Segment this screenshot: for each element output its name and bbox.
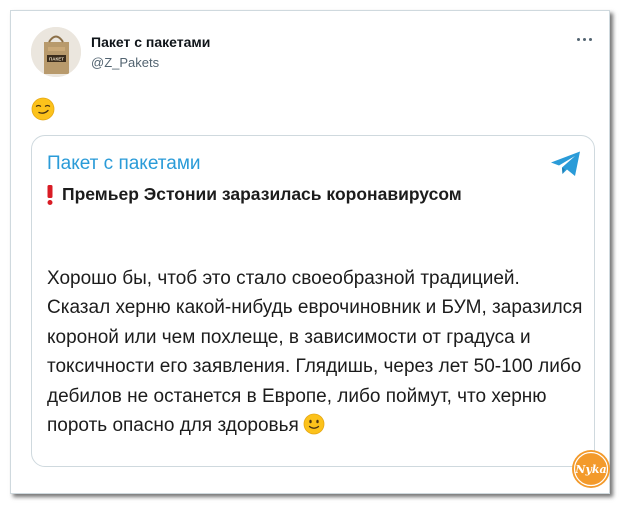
more-dots-icon[interactable] [575,35,593,43]
telegram-icon[interactable] [550,150,582,178]
telegram-post-card[interactable]: Пакет с пакетами Премьер Эстонии заразил… [31,135,595,467]
avatar[interactable]: ПАКЕТ [31,27,81,77]
headline-text: Премьер Эстонии заразилась коронавирусом [62,184,462,204]
post-body: Хорошо бы, чтоб это стало своеобразной т… [47,264,587,440]
author-name[interactable]: Пакет с пакетами [91,34,210,50]
watermark-text: Nyka [574,463,606,476]
slight-smile-emoji-icon [303,413,325,435]
exclamation-icon [47,184,53,205]
watermark-logo: Nyka [571,449,611,489]
headline: Премьер Эстонии заразилась коронавирусом [46,184,462,205]
avatar-label: ПАКЕТ [49,57,64,62]
author-handle[interactable]: @Z_Pakets [91,55,159,70]
channel-name[interactable]: Пакет с пакетами [47,153,201,175]
post-body-text: Хорошо бы, чтоб это стало своеобразной т… [47,268,583,437]
smirk-emoji-icon [31,97,55,121]
tweet-screenshot-frame: ПАКЕТ Пакет с пакетами @Z_Pakets Пакет с… [10,10,610,494]
